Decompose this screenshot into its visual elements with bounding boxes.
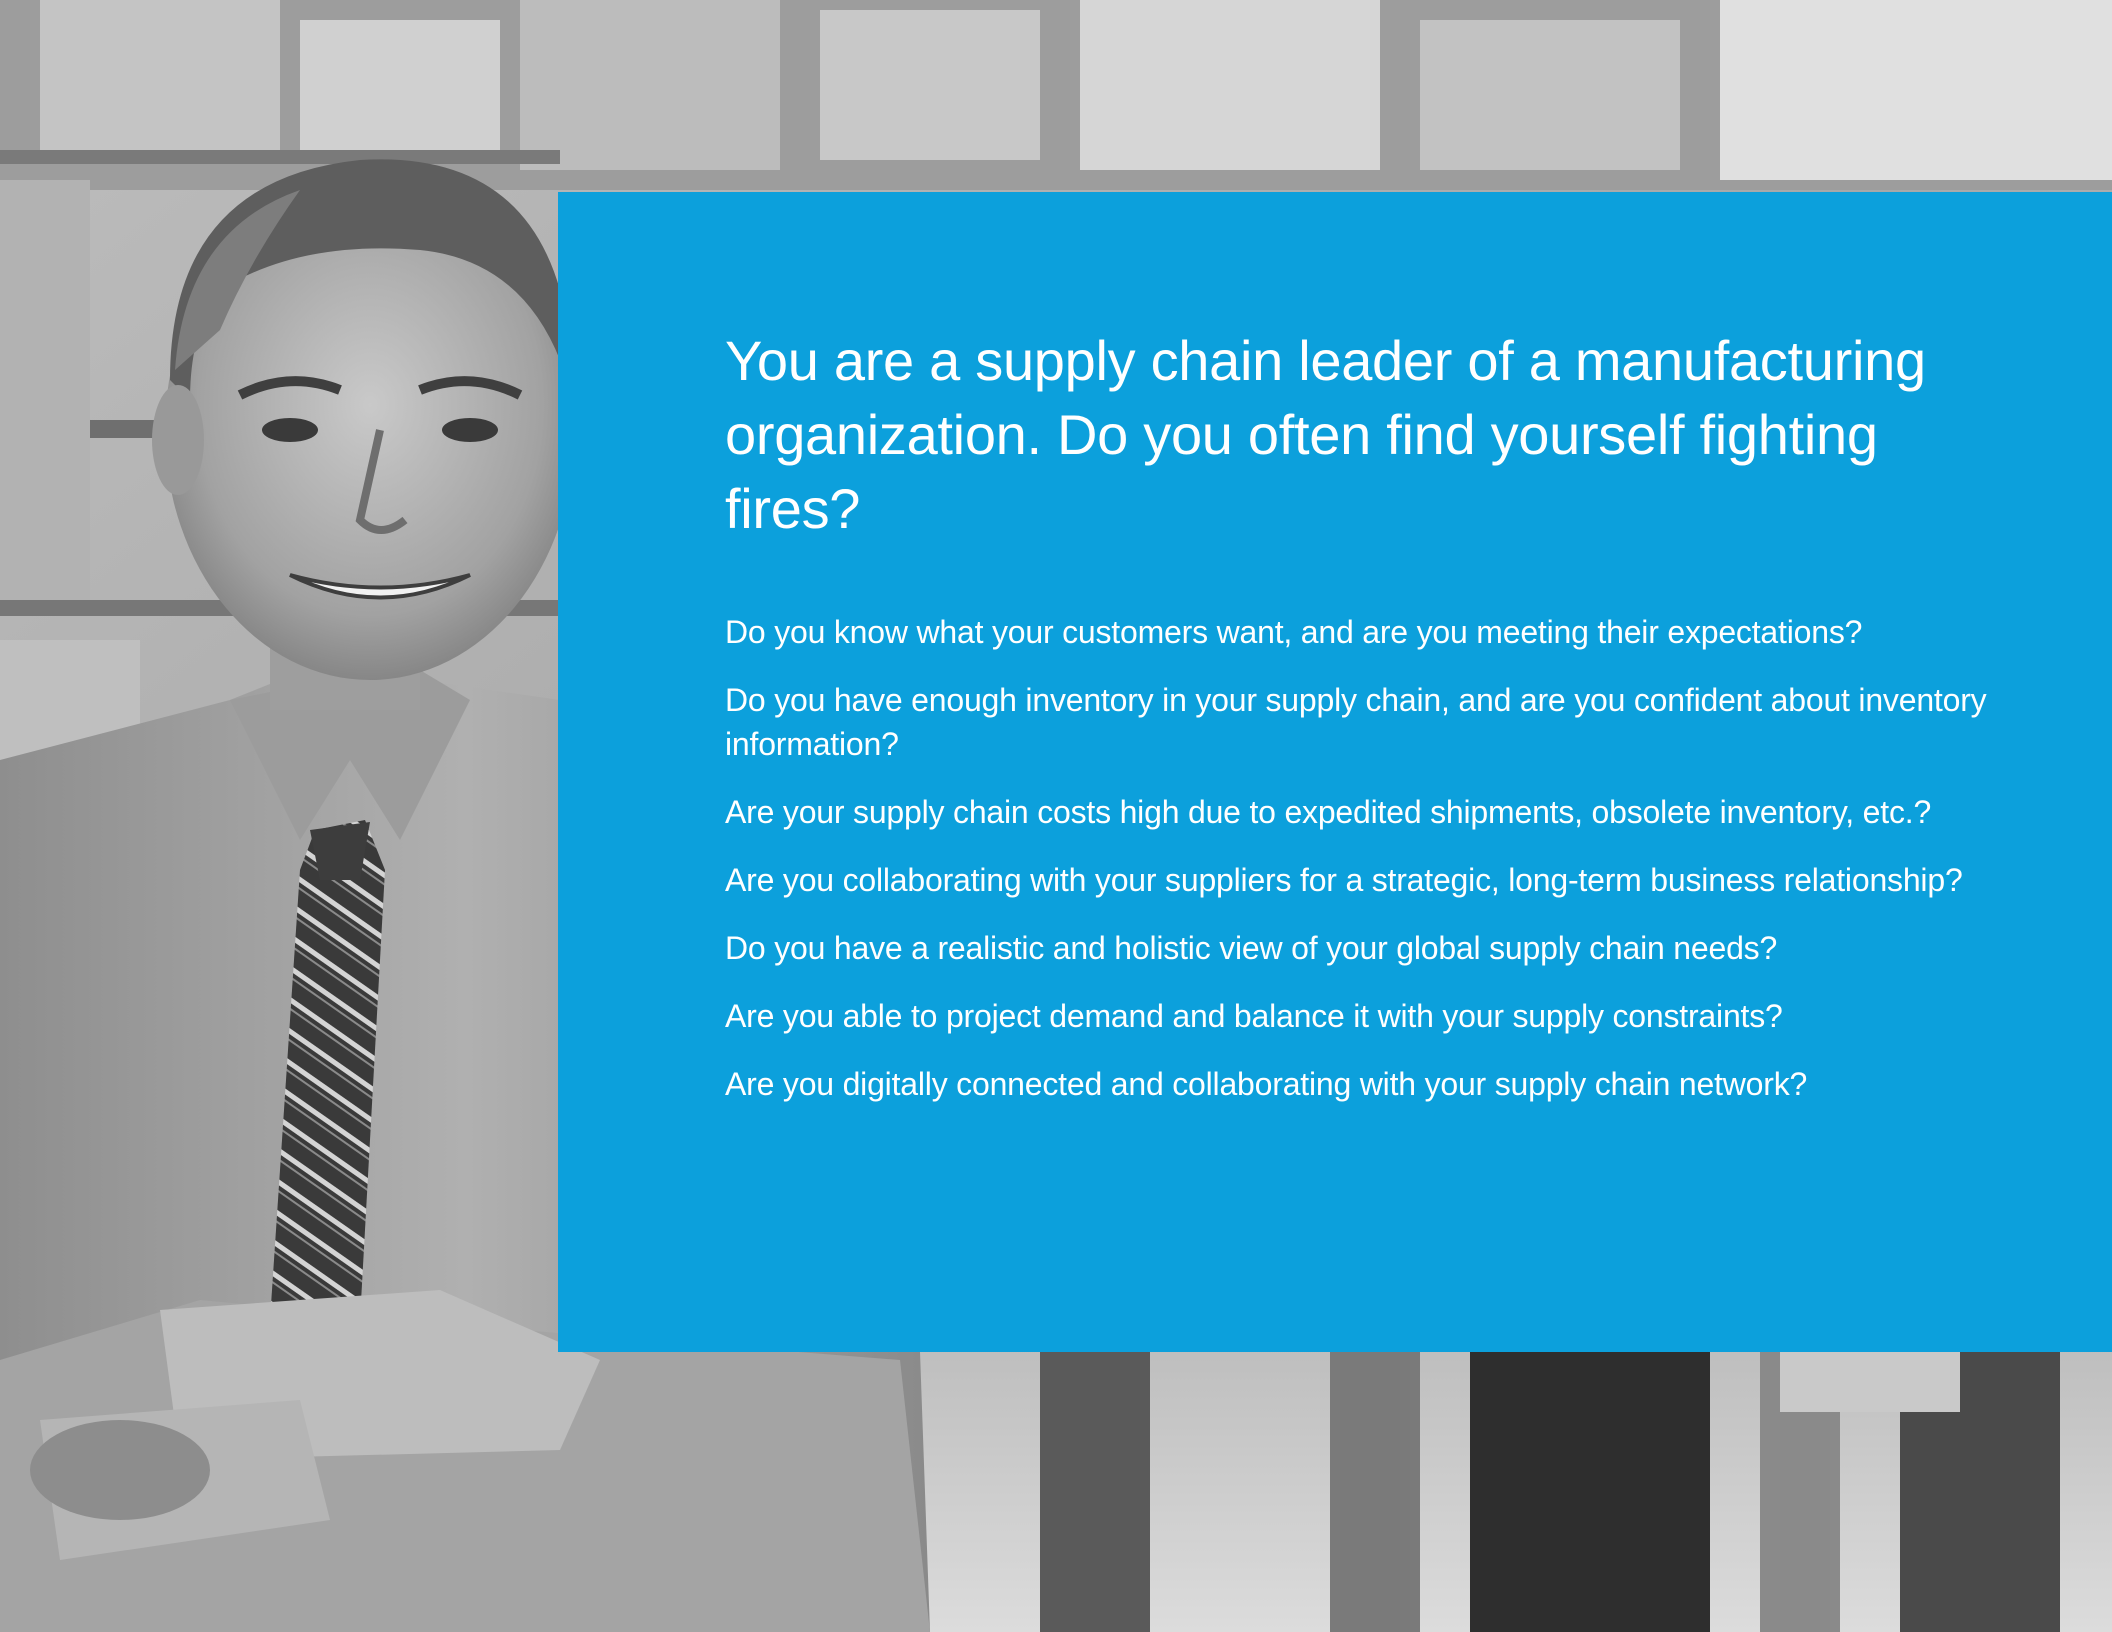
question-item: Are you able to project demand and balan… <box>725 998 1783 1034</box>
question-list: Do you know what your customers want, an… <box>725 610 2055 1130</box>
page: You are a supply chain leader of a manuf… <box>0 0 2112 1632</box>
question-item: Are you collaborating with your supplier… <box>725 862 1963 898</box>
question-item: Do you have enough inventory in your sup… <box>725 682 1987 762</box>
question-item: Do you have a realistic and holistic vie… <box>725 930 1778 966</box>
question-item: Do you know what your customers want, an… <box>725 614 1863 650</box>
question-item: Are your supply chain costs high due to … <box>725 794 1932 830</box>
question-item: Are you digitally connected and collabor… <box>725 1066 1808 1102</box>
panel-heading: You are a supply chain leader of a manuf… <box>725 329 1926 540</box>
intro-panel: You are a supply chain leader of a manuf… <box>558 192 2112 1352</box>
